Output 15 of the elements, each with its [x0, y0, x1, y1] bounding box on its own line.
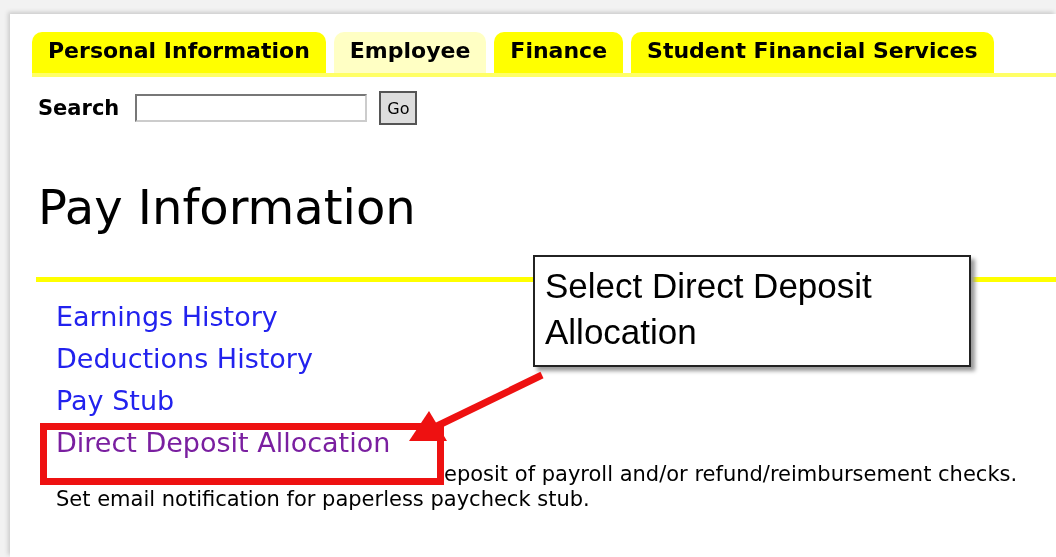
- search-field[interactable]: [135, 94, 368, 122]
- nav-tab[interactable]: Student Financial Services: [631, 32, 994, 73]
- menu-link[interactable]: Direct Deposit Allocation: [56, 421, 391, 464]
- nav-tab[interactable]: Personal Information: [32, 32, 326, 73]
- menu-link[interactable]: Deductions History: [56, 337, 313, 380]
- search-label: Search: [38, 96, 120, 120]
- page-title: Pay Information: [38, 179, 417, 237]
- callout-box: Select Direct Deposit Allocation: [533, 255, 971, 367]
- description-text: eposit of payroll and/or refund/reimbursement checks.: [444, 461, 1018, 486]
- nav-tab[interactable]: Employee: [333, 32, 487, 73]
- menu-link[interactable]: Earnings History: [56, 295, 278, 338]
- description-text: Set email notification for paperless paycheck stub.: [56, 486, 590, 511]
- go-button[interactable]: Go: [379, 91, 418, 125]
- nav-tab[interactable]: Finance: [494, 32, 624, 73]
- menu-link[interactable]: Pay Stub: [56, 379, 175, 422]
